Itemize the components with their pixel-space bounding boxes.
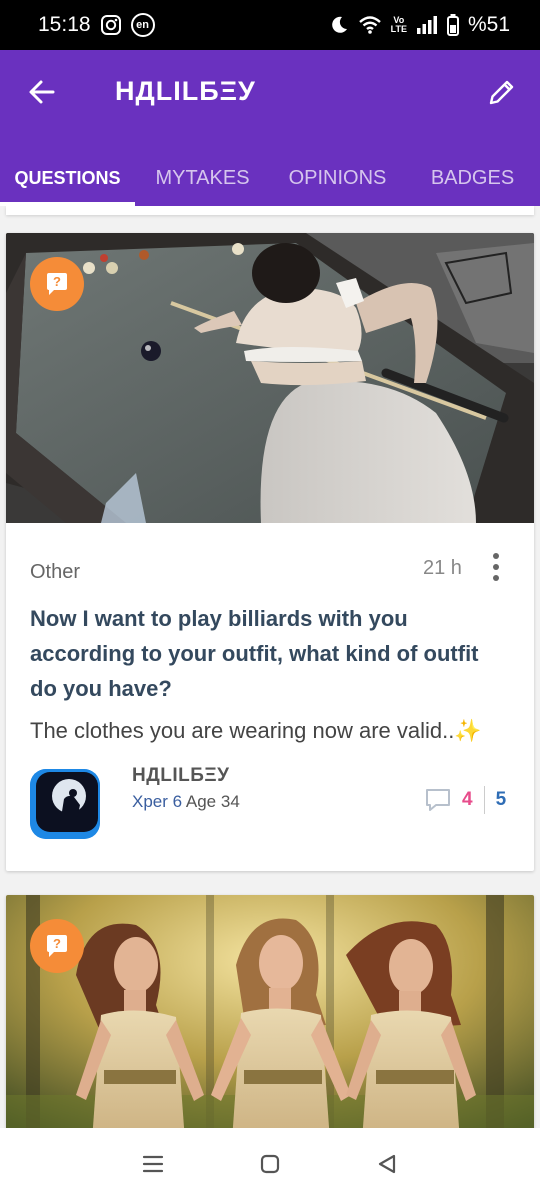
menu-lines-icon	[143, 1155, 164, 1173]
question-title[interactable]: Now I want to play billiards with you ac…	[30, 601, 510, 706]
question-description: The clothes you are wearing now are vali…	[30, 718, 482, 743]
question-image[interactable]: ?	[6, 895, 534, 1128]
status-bar: 15:18 en Vo LTE %51	[0, 0, 540, 50]
volte-bottom: LTE	[390, 24, 407, 34]
avatar-image	[30, 769, 100, 839]
do-not-disturb-moon-icon	[329, 15, 349, 35]
author-level: Xper 6	[132, 792, 183, 811]
back-button[interactable]	[22, 72, 62, 112]
recent-apps-button[interactable]	[133, 1144, 173, 1184]
page-title: НДLILБΞУ	[115, 76, 256, 106]
more-options-button[interactable]	[484, 551, 508, 583]
svg-text:?: ?	[53, 936, 61, 951]
status-time: 15:18	[38, 13, 91, 36]
tab-badges[interactable]: BADGES	[405, 150, 540, 206]
question-bubble-icon: ?	[47, 935, 67, 957]
question-image[interactable]: ?	[6, 233, 534, 523]
question-card[interactable]: ? Other 21 h Now I want to play billiard…	[6, 233, 534, 871]
question-badge: ?	[30, 919, 84, 973]
question-count: 5	[495, 789, 507, 810]
post-stats[interactable]: 4 5	[424, 785, 506, 815]
triangle-back-icon	[378, 1154, 395, 1174]
svg-text:?: ?	[53, 274, 61, 289]
women-running-photo	[6, 895, 534, 1128]
profile-tabs: QUESTIONS MYTAKES OPINIONS BADGES	[0, 150, 540, 206]
billiards-photo	[6, 233, 534, 523]
battery-percent: %51	[467, 13, 510, 36]
battery-icon	[446, 14, 459, 36]
app-header: НДLILБΞУ QUESTIONS MYTAKES OPINIONS BADG…	[0, 50, 540, 206]
more-dot	[493, 553, 499, 559]
instagram-icon	[100, 14, 122, 36]
comment-bubble-icon	[426, 789, 450, 811]
tab-opinions[interactable]: OPINIONS	[270, 150, 405, 206]
question-badge: ?	[30, 257, 84, 311]
tab-questions[interactable]: QUESTIONS	[0, 150, 135, 206]
tab-mytakes[interactable]: MYTAKES	[135, 150, 270, 206]
volte-icon: Vo LTE	[391, 16, 407, 34]
stat-divider	[483, 786, 485, 814]
home-button[interactable]	[250, 1144, 290, 1184]
edit-button[interactable]	[482, 72, 522, 112]
feed[interactable]: ? Other 21 h Now I want to play billiard…	[0, 206, 540, 1128]
status-left: 15:18 en	[38, 13, 155, 37]
language-badge-icon: en	[130, 13, 155, 37]
author-age: Age 34	[185, 792, 240, 811]
language-badge-text: en	[136, 19, 149, 31]
question-card[interactable]: ?	[6, 895, 534, 1128]
back-nav-button[interactable]	[367, 1144, 407, 1184]
post-category[interactable]: Other	[30, 561, 80, 584]
question-bubble-icon: ?	[47, 273, 67, 295]
previous-card-edge	[6, 206, 534, 215]
author-name[interactable]: НДLILБΞУ	[132, 765, 229, 787]
status-right: Vo LTE %51	[329, 13, 510, 37]
author-meta: Xper 6 Age 34	[132, 792, 240, 812]
wifi-icon	[358, 15, 382, 35]
pencil-icon	[489, 80, 514, 105]
signal-icon	[416, 15, 438, 35]
post-time: 21 h	[423, 557, 462, 579]
more-dot	[493, 575, 499, 581]
avatar[interactable]	[30, 769, 100, 839]
opinion-count: 4	[462, 789, 473, 810]
system-nav-bar	[0, 1128, 540, 1200]
more-dot	[493, 564, 499, 570]
square-home-icon	[260, 1154, 280, 1174]
arrow-left-icon	[29, 80, 55, 104]
